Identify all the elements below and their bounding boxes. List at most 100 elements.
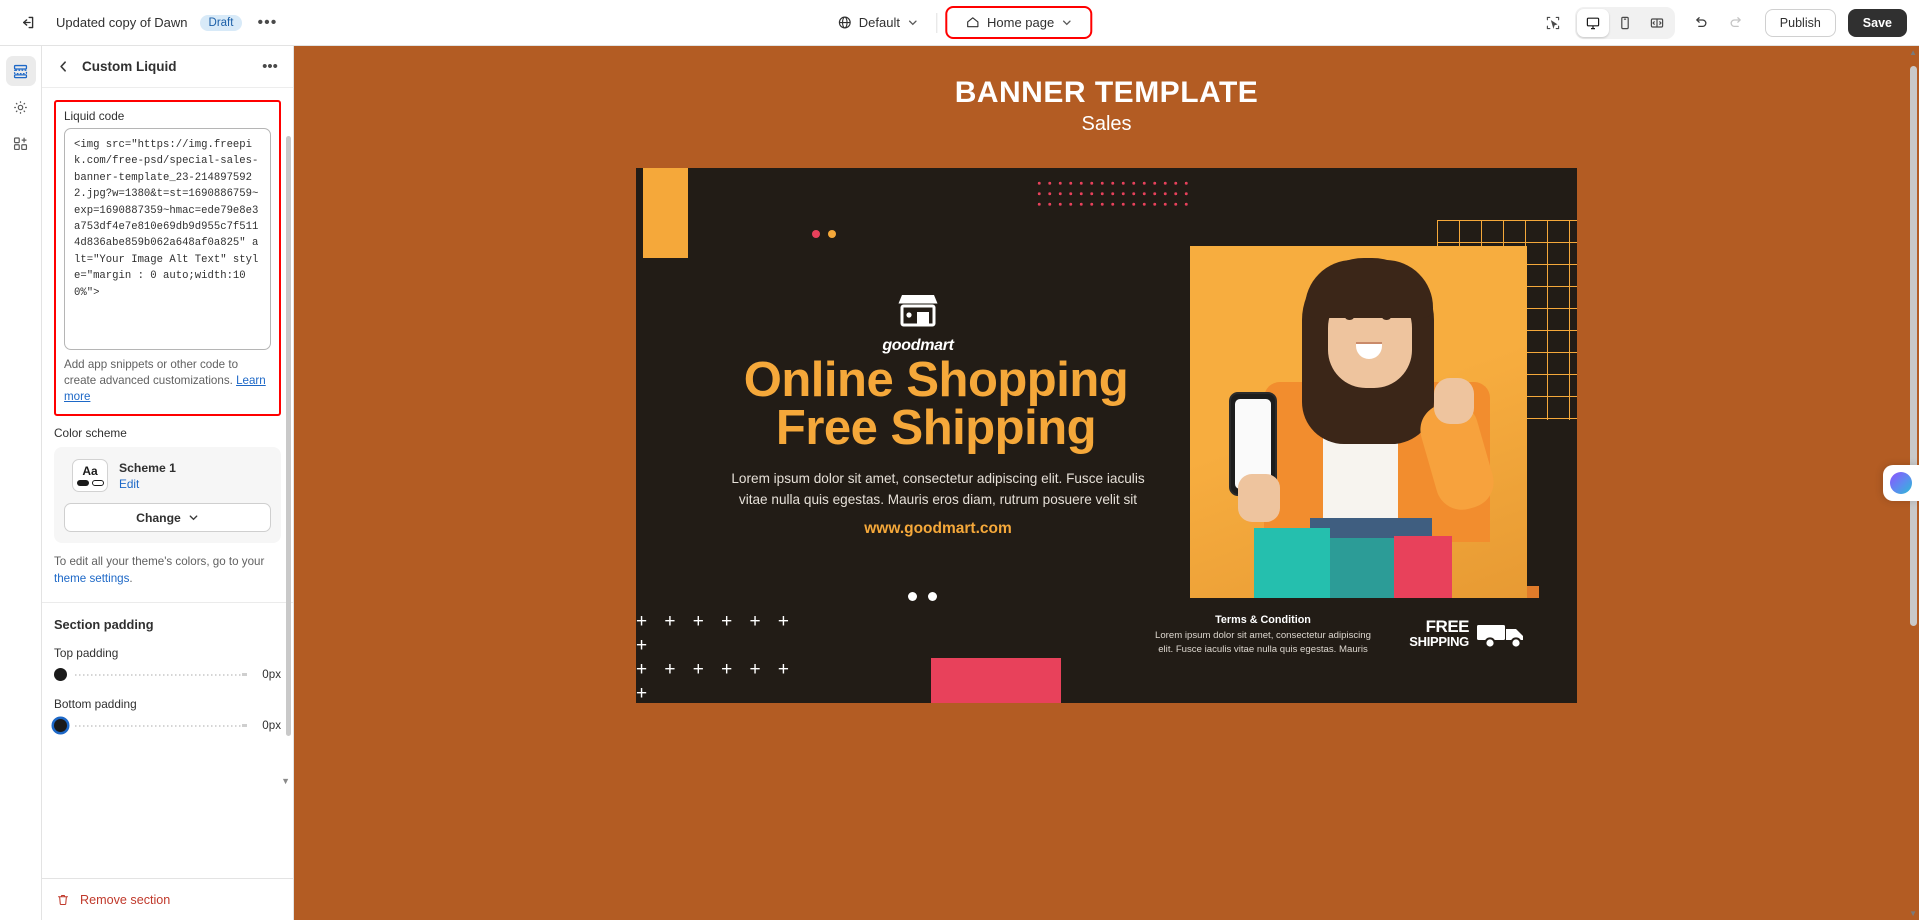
page-selector-highlight: Home page [944,6,1093,39]
device-toggle-group [1574,6,1675,39]
sidebar-content: Liquid code <img src="https://img.freepi… [42,88,293,758]
bottom-padding-slider-track[interactable] [75,723,247,728]
free-shipping-badge: FREE SHIPPING [1409,618,1531,650]
ellipsis-icon[interactable]: ••• [257,55,283,79]
scroll-down-arrow-icon[interactable]: ▼ [1909,909,1917,918]
theme-settings-note-body: To edit all your theme's colors, go to y… [54,555,265,568]
section-padding-title: Section padding [54,617,154,632]
change-scheme-label: Change [136,510,181,525]
swatch-aa-text: Aa [82,463,98,478]
decor-dot-orange [828,230,836,238]
sidebar-scrollbar[interactable]: ▼ [281,136,291,786]
publish-button[interactable]: Publish [1764,8,1836,37]
fullscreen-icon[interactable] [1641,9,1673,37]
apps-add-icon[interactable] [6,128,36,158]
scroll-up-arrow-icon[interactable]: ▲ [1909,48,1917,57]
terms-line-2: elit. Fusce iaculis vitae nulla quis ege… [1158,644,1368,655]
headline-line-1: Online Shopping [743,353,1129,407]
section-divider [42,602,293,603]
mobile-icon[interactable] [1609,9,1641,37]
liquid-code-label: Liquid code [64,109,125,123]
sidebar-header: Custom Liquid ••• [42,46,293,88]
exit-icon[interactable] [10,6,44,40]
color-swatch-preview: Aa [72,459,108,492]
scroll-down-arrow-icon[interactable]: ▼ [281,776,290,786]
plus-row: + + + + + + + [636,659,795,703]
ellipsis-icon[interactable]: ••• [252,9,282,37]
storefront-icon [898,295,938,327]
theme-settings-link[interactable]: theme settings [54,572,129,585]
desktop-icon[interactable] [1576,8,1609,37]
bottom-padding-value: 0px [262,719,281,732]
settings-gear-icon[interactable] [6,92,36,122]
inspector-icon[interactable] [1537,7,1569,39]
locale-label: Default [858,15,900,30]
terms-body: Lorem ipsum dolor sit amet, consectetur … [1123,629,1403,657]
banner-image[interactable]: goodmart Online Shopping Free Shipping L… [636,168,1577,703]
slider-track-dots [75,723,247,728]
model-eye-left [1345,314,1354,320]
locale-selector[interactable]: Default [827,9,928,36]
liquid-help-text: Add app snippets or other code to create… [64,357,271,405]
banner-body-text: Lorem ipsum dolor sit amet, consectetur … [658,468,1218,510]
liquid-code-highlight: Liquid code <img src="https://img.freepi… [54,100,281,416]
slider-track-dots [75,672,247,677]
main-area: Custom Liquid ••• Liquid code <img src="… [0,46,1919,920]
trash-icon [57,894,69,905]
topbar-right-group: Publish Save [1537,6,1919,39]
remove-section-button[interactable]: Remove section [42,878,293,920]
color-scheme-label: Color scheme [54,426,127,440]
banner-pager-dots [908,592,937,601]
color-scheme-name: Scheme 1 [119,460,176,475]
top-padding-slider-row: 0px [54,668,281,681]
preview-canvas[interactable]: BANNER TEMPLATE Sales goodmart Online Sh… [294,46,1919,920]
bottom-padding-slider-knob[interactable] [54,719,67,732]
shopping-bag-green [1330,538,1396,598]
slider-track-end [242,673,247,676]
top-padding-label: Top padding [54,646,119,660]
model-hand-left [1238,474,1280,522]
redo-icon [1721,7,1753,39]
page-label: Home page [986,15,1055,30]
shopping-bag-teal [1254,528,1330,598]
model-eye-right [1382,314,1391,320]
color-scheme-edit-link[interactable]: Edit [119,477,176,491]
theme-settings-note: To edit all your theme's colors, go to y… [54,554,281,587]
sidebar-scrollbar-thumb[interactable] [286,136,291,736]
top-padding-slider-knob[interactable] [54,668,67,681]
ai-assistant-icon[interactable] [1883,465,1919,501]
preview-scrollbar-thumb[interactable] [1910,66,1917,626]
model-photo [1190,246,1527,598]
change-scheme-button[interactable]: Change [64,503,271,532]
model-hair-front [1305,260,1433,318]
free-line-2: SHIPPING [1409,634,1469,649]
swatch-pill-light [91,479,104,486]
status-badge: Draft [199,14,243,31]
pager-dot [928,592,937,601]
body-line-2: vitae nulla quis egestas. Mauris eros di… [738,492,1138,507]
decor-pink-box [931,658,1061,703]
theme-name: Updated copy of Dawn [56,15,188,30]
bottom-padding-slider-row: 0px [54,719,281,732]
page-selector[interactable]: Home page [955,9,1082,36]
chevron-down-icon [908,20,917,26]
free-shipping-text: FREE SHIPPING [1409,618,1469,649]
chevron-left-icon[interactable] [52,56,74,78]
top-padding-value: 0px [262,668,281,681]
globe-icon [838,16,851,29]
swatch-pills [76,479,104,486]
slider-track-end [242,724,247,727]
delivery-truck-icon [1477,625,1523,649]
sections-icon[interactable] [5,56,36,86]
left-icon-rail [0,46,42,920]
top-padding-slider-track[interactable] [75,672,247,677]
undo-icon[interactable] [1685,7,1717,39]
liquid-code-input[interactable]: <img src="https://img.freepik.com/free-p… [64,128,271,350]
decor-dot-pink [812,230,820,238]
save-button[interactable]: Save [1847,8,1907,37]
topbar-center-group: Default Home page [827,6,1093,39]
theme-preview-pane: BANNER TEMPLATE Sales goodmart Online Sh… [294,46,1919,920]
topbar-left-group: Updated copy of Dawn Draft ••• [0,6,282,40]
decor-orange-bar [643,168,688,258]
banner-url: www.goodmart.com [864,520,1012,537]
